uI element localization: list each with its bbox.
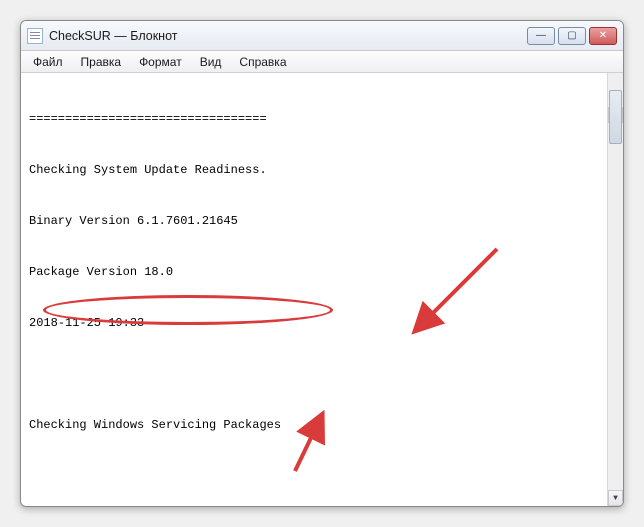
menu-help[interactable]: Справка [231,53,294,71]
window-controls: — ▢ ✕ [527,27,617,45]
notepad-icon [27,28,43,44]
text-line: ================================= [27,111,623,128]
text-line [27,468,623,485]
titlebar[interactable]: CheckSUR — Блокнот — ▢ ✕ [21,21,623,51]
minimize-button[interactable]: — [527,27,555,45]
menu-edit[interactable]: Правка [73,53,130,71]
window-title: CheckSUR — Блокнот [49,29,527,43]
menu-view[interactable]: Вид [192,53,230,71]
notepad-window: CheckSUR — Блокнот — ▢ ✕ Файл Правка Фор… [20,20,624,507]
text-line: Binary Version 6.1.7601.21645 [27,213,623,230]
scroll-thumb[interactable] [609,90,622,144]
text-line: Checking System Update Readiness. [27,162,623,179]
close-button[interactable]: ✕ [589,27,617,45]
text-line: Package Version 18.0 [27,264,623,281]
menu-format[interactable]: Формат [131,53,190,71]
menubar: Файл Правка Формат Вид Справка [21,51,623,73]
maximize-button[interactable]: ▢ [558,27,586,45]
text-area[interactable]: ================================= Checki… [21,73,623,506]
text-line [27,366,623,383]
text-line: 2018-11-25 19:33 [27,315,623,332]
menu-file[interactable]: Файл [25,53,71,71]
scroll-down-icon[interactable]: ▼ [608,490,623,506]
vertical-scrollbar[interactable]: ▲ ▼ [607,73,623,506]
scroll-track[interactable] [608,90,623,489]
text-line: Checking Windows Servicing Packages [27,417,623,434]
